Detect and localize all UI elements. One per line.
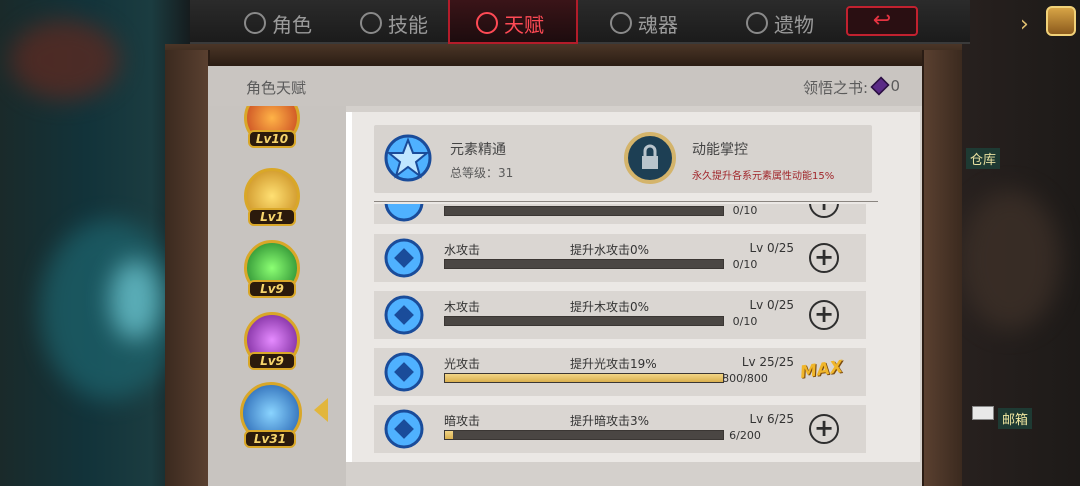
row-name: 暗攻击: [444, 414, 481, 428]
talent-row-light: 光攻击 提升光攻击19% Lv 25/25 800/800 MAX: [374, 348, 866, 396]
tab-relic[interactable]: 遗物: [746, 6, 814, 40]
talent-row-wood: 木攻击 提升木攻击0% Lv 0/25 0/10 +: [374, 291, 866, 339]
skill-icon: [360, 12, 382, 34]
treasure-chest-icon[interactable]: [1046, 6, 1076, 36]
row-level: Lv 0/25: [749, 241, 794, 255]
talent-sidebar[interactable]: Lv10 Lv1 Lv9 Lv9 Lv31: [208, 106, 346, 486]
element-total-level: 总等级：31: [450, 166, 514, 180]
character-icon: [244, 12, 266, 34]
progress-bar: [444, 430, 724, 440]
book-count: 0: [890, 77, 900, 95]
max-badge: MAX: [798, 357, 845, 383]
wood-frame-right: [922, 50, 962, 486]
summary-card: [374, 125, 872, 193]
progress-bar: [444, 373, 724, 383]
row-desc: 提升水攻击0%: [570, 243, 650, 257]
row-progress: 800/800: [722, 372, 768, 385]
chevron-right-icon[interactable]: ›: [1020, 12, 1029, 37]
talent-icon: [476, 12, 498, 34]
tab-talent-label: 天赋: [504, 12, 544, 37]
progress-fill: [445, 431, 454, 439]
tab-relic-label: 遗物: [774, 12, 814, 37]
panel-title: 角色天赋: [246, 79, 307, 97]
row-name: 木攻击: [444, 300, 481, 314]
progress-bar: [444, 259, 724, 269]
divider: [374, 201, 878, 202]
sidebar-item-arcane[interactable]: Lv9: [242, 312, 302, 372]
tab-skill[interactable]: 技能: [360, 6, 428, 40]
sidebar-item-shield[interactable]: Lv1: [242, 168, 302, 228]
progress-bar: [444, 316, 724, 326]
sidebar-level: Lv9: [248, 352, 296, 370]
lock-icon[interactable]: [624, 132, 676, 184]
row-desc: 提升光攻击19%: [570, 357, 657, 371]
row-name: 水攻击: [444, 243, 481, 257]
soul-icon: [610, 12, 632, 34]
relic-icon: [746, 12, 768, 34]
back-arrow-icon: ↩: [872, 8, 892, 33]
mail-icon[interactable]: [972, 406, 994, 420]
talent-row-dark: 暗攻击 提升暗攻击3% Lv 6/25 6/200 +: [374, 405, 866, 453]
dark-rune-icon: [384, 409, 424, 449]
talent-rune-icon: [384, 204, 424, 222]
right-building: [960, 190, 1060, 330]
row-level: Lv 0/25: [749, 298, 794, 312]
row-level: Lv 6/25: [749, 412, 794, 426]
row-progress: 0/10: [732, 258, 758, 271]
sidebar-level: Lv1: [248, 208, 296, 226]
warehouse-button[interactable]: 仓库: [966, 148, 1001, 169]
row-level: Lv 25/25: [741, 355, 794, 369]
wood-frame-left: [165, 50, 210, 486]
crystal-glow: [110, 260, 160, 340]
row-progress: 6/200: [729, 429, 761, 442]
sidebar-item-element-selected[interactable]: Lv31: [238, 382, 308, 452]
tab-character[interactable]: 角色: [244, 6, 312, 40]
water-rune-icon: [384, 238, 424, 278]
row-progress: 0/10: [732, 315, 758, 328]
talent-row-water: 水攻击 提升水攻击0% Lv 0/25 0/10 +: [374, 234, 866, 282]
mail-button[interactable]: 邮箱: [998, 408, 1033, 429]
monster-silhouette: [10, 20, 120, 100]
gem-icon: [870, 76, 890, 96]
locked-talent-desc: 永久提升各系元素属性动能15%: [692, 171, 835, 182]
row-name: 光攻击: [444, 357, 481, 371]
tab-soul[interactable]: 魂器: [610, 6, 678, 40]
element-star-icon: [384, 134, 432, 182]
tab-soul-label: 魂器: [638, 12, 678, 37]
game-scene: 角色 技能 天赋 魂器 遗物 ↩ › 角色天赋 领悟之书: 0 Lv10 Lv1…: [0, 0, 1080, 486]
sidebar-level: Lv31: [244, 430, 296, 448]
progress-fill: [445, 374, 723, 382]
locked-talent-title: 动能掌控: [692, 142, 748, 158]
row-desc: 提升木攻击0%: [570, 300, 650, 314]
light-rune-icon: [384, 352, 424, 392]
plus-icon[interactable]: +: [809, 204, 839, 218]
panel-header: 角色天赋 领悟之书: 0: [208, 66, 922, 106]
back-button[interactable]: ↩: [846, 6, 918, 36]
talent-row: 0/10 +: [374, 204, 866, 224]
tab-skill-label: 技能: [388, 12, 428, 37]
sidebar-item-fire[interactable]: Lv10: [242, 106, 302, 150]
wood-frame-top: [165, 44, 962, 66]
sidebar-level: Lv10: [248, 130, 296, 148]
selected-indicator-arrow: [314, 398, 328, 422]
tab-talent[interactable]: 天赋: [476, 6, 544, 40]
sidebar-item-nature[interactable]: Lv9: [242, 240, 302, 300]
book-label: 领悟之书:: [802, 79, 868, 97]
progress-bar: [444, 206, 724, 216]
tab-character-label: 角色: [272, 12, 312, 37]
sidebar-level: Lv9: [248, 280, 296, 298]
element-name: 元素精通: [450, 142, 506, 158]
row-progress: 0/10: [732, 204, 758, 217]
wood-rune-icon: [384, 295, 424, 335]
upgrade-plus-icon[interactable]: +: [809, 300, 839, 330]
upgrade-plus-icon[interactable]: +: [809, 414, 839, 444]
row-desc: 提升暗攻击3%: [570, 414, 650, 428]
upgrade-plus-icon[interactable]: +: [809, 243, 839, 273]
